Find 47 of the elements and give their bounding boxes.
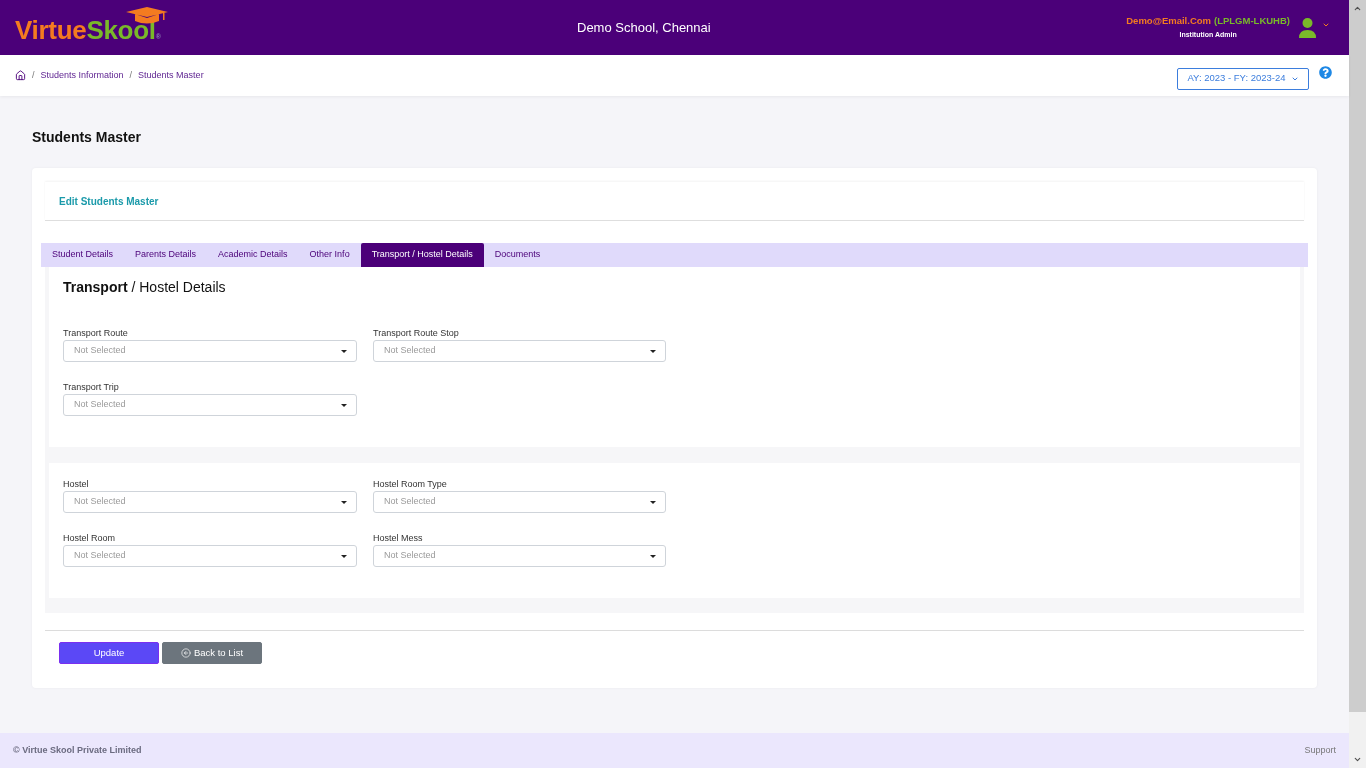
- caret-icon: [341, 554, 347, 558]
- help-icon[interactable]: [1319, 66, 1332, 79]
- select-field[interactable]: Not Selected: [373, 491, 666, 513]
- field-label: Hostel Room Type: [373, 479, 448, 490]
- field-label: Hostel Room: [63, 533, 117, 544]
- section-heading: Transport / Hostel Details: [63, 278, 227, 297]
- breadcrumb-separator: /: [32, 68, 35, 82]
- school-name: Demo School, Chennai: [577, 18, 711, 37]
- tab[interactable]: Parents Details: [124, 243, 208, 267]
- caret-icon: [341, 403, 347, 407]
- field-label: Hostel: [63, 479, 90, 490]
- select-field[interactable]: Not Selected: [373, 340, 666, 362]
- user-email[interactable]: Demo@Email.Com: [1126, 15, 1211, 27]
- field-label: Transport Trip: [63, 382, 120, 393]
- breadcrumb-link[interactable]: Students Master: [138, 68, 204, 83]
- caret-icon: [650, 500, 656, 504]
- caret-icon: [650, 554, 656, 558]
- select-field[interactable]: Not Selected: [63, 394, 357, 416]
- caret-icon: [650, 349, 656, 353]
- field-label: Transport Route Stop: [373, 328, 460, 339]
- field-label: Transport Route: [63, 328, 129, 339]
- breadcrumb-separator: /: [129, 68, 133, 82]
- back-button[interactable]: Back to List: [162, 642, 262, 664]
- select-field[interactable]: Not Selected: [63, 545, 357, 567]
- caret-icon: [341, 500, 347, 504]
- support-link[interactable]: Support: [1304, 743, 1336, 758]
- scroll-down-icon[interactable]: [1353, 755, 1362, 764]
- tab[interactable]: Documents: [483, 243, 552, 267]
- home-icon[interactable]: [15, 70, 26, 81]
- update-button[interactable]: Update: [59, 642, 159, 664]
- card-title: Edit Students Master: [59, 194, 159, 209]
- tab[interactable]: Student Details: [41, 243, 125, 267]
- page-title: Students Master: [32, 128, 142, 147]
- breadcrumb-link[interactable]: Students Information: [40, 68, 124, 83]
- select-field[interactable]: Not Selected: [63, 491, 357, 513]
- user-avatar-icon[interactable]: [1299, 17, 1316, 38]
- scroll-up-icon[interactable]: [1353, 4, 1362, 13]
- field-label: Hostel Mess: [373, 533, 424, 544]
- user-code: (LPLGM-LKUHB): [1214, 15, 1290, 27]
- copyright-text: © Virtue Skool Private Limited: [13, 743, 142, 757]
- year-select[interactable]: AY: 2023 - FY: 2023-24: [1177, 67, 1309, 90]
- tab[interactable]: Academic Details: [207, 243, 299, 267]
- select-field[interactable]: Not Selected: [373, 545, 666, 567]
- tab[interactable]: Transport / Hostel Details: [360, 243, 484, 267]
- select-field[interactable]: Not Selected: [63, 340, 357, 362]
- caret-icon: [341, 349, 347, 353]
- tab[interactable]: Other Info: [298, 243, 361, 267]
